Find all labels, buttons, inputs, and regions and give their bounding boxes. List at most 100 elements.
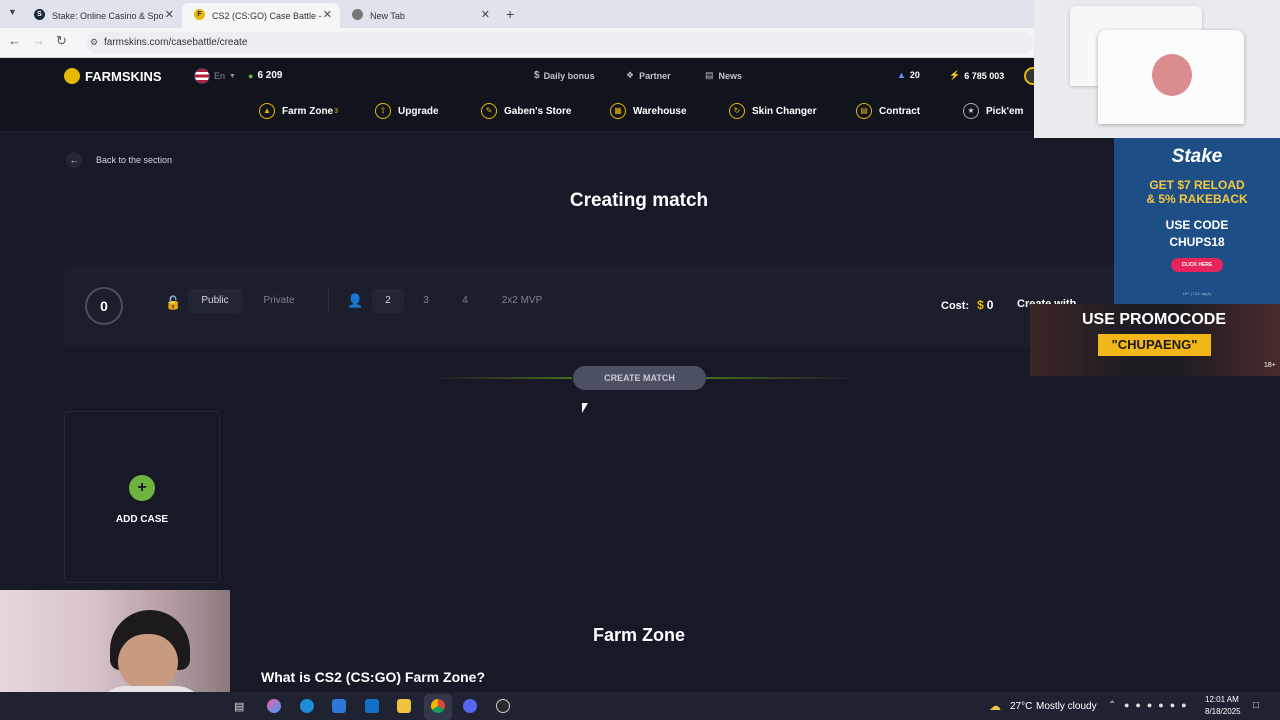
subnav-label: Contract: [879, 105, 921, 117]
promo-age: 18+: [1264, 362, 1276, 369]
dollar-icon: $: [534, 70, 540, 81]
rank-icon: ▲: [897, 70, 906, 80]
partner-link[interactable]: ❖ Partner: [626, 70, 671, 81]
add-plus-icon: +: [129, 475, 155, 501]
close-icon[interactable]: ✕: [481, 8, 490, 21]
tab-new-tab[interactable]: New Tab ✕: [340, 3, 498, 28]
stake-code: CHUPS18: [1169, 235, 1225, 249]
upgrade-icon: ⇧: [375, 103, 391, 119]
close-icon[interactable]: ✕: [323, 8, 332, 21]
subnav-item-contract[interactable]: ▤ Contract: [856, 103, 920, 119]
us-flag-icon: [194, 68, 210, 84]
tab-list-chevron-icon[interactable]: ▼: [8, 7, 17, 17]
chrome-icon[interactable]: [431, 699, 445, 713]
new-tab-plus-icon[interactable]: +: [506, 6, 514, 22]
online-signal-icon: ●: [248, 70, 254, 81]
store-app-icon[interactable]: [332, 699, 346, 713]
subnav-item-gabens-store[interactable]: ✎ Gaben's Store: [481, 103, 571, 119]
outlook-icon[interactable]: [365, 699, 379, 713]
discord-icon[interactable]: [463, 699, 477, 713]
task-view-icon[interactable]: ▤: [234, 700, 244, 713]
players-option-4[interactable]: 4: [449, 289, 481, 313]
close-icon[interactable]: ✕: [165, 8, 174, 21]
subnav-item-farm-zone[interactable]: ▲ Farm Zone 3: [259, 103, 338, 119]
logo-icon: [64, 68, 80, 84]
stake-line3: USE CODE: [1165, 218, 1229, 232]
players-option-2[interactable]: 2: [372, 289, 404, 313]
store-icon: ✎: [481, 103, 497, 119]
player-icon: 👤: [347, 293, 364, 308]
forward-arrow-icon[interactable]: →: [32, 33, 45, 48]
weather-temp[interactable]: 27°C: [1010, 701, 1032, 712]
cost-label: Cost:: [941, 300, 970, 312]
farm-zone-badge: 3: [334, 107, 339, 115]
reload-icon[interactable]: ↻: [56, 33, 67, 49]
public-toggle[interactable]: Public: [188, 289, 242, 313]
subnav-label: Pick'em: [986, 105, 1024, 117]
daily-bonus-link[interactable]: $ Daily bonus: [534, 70, 595, 81]
subnav-label: Warehouse: [633, 105, 687, 117]
clock-time[interactable]: 12:01 AM: [1205, 695, 1239, 704]
page-title: Creating match: [569, 190, 709, 211]
edge-icon[interactable]: [300, 699, 314, 713]
logo[interactable]: FARMSKINS: [64, 68, 162, 84]
tab-label: Stake: Online Casino & Sports: [52, 10, 164, 21]
notification-icon[interactable]: □: [1253, 700, 1259, 711]
copilot-icon[interactable]: [267, 699, 281, 713]
contract-icon: ▤: [856, 103, 872, 119]
stake-ad-overlay: Stake GET $7 RELOAD & 5% RAKEBACK USE CO…: [1114, 138, 1280, 304]
obs-icon[interactable]: [496, 699, 510, 713]
subnav-item-upgrade[interactable]: ⇧ Upgrade: [375, 103, 439, 119]
site-info-icon[interactable]: ⚙: [90, 32, 98, 53]
balance-value: 6 785 003: [964, 70, 1005, 81]
section-subtitle: What is CS2 (CS:GO) Farm Zone?: [261, 669, 486, 685]
subnav-label: Farm Zone: [282, 105, 334, 117]
url-text: farmskins.com/casebattle/create: [104, 37, 248, 48]
subnav-item-pickem[interactable]: ★ Pick'em: [963, 103, 1023, 119]
user-balance[interactable]: ⚡ 6 785 003: [949, 70, 1004, 81]
clock-date[interactable]: 8/18/2025: [1205, 707, 1241, 716]
create-match-button[interactable]: CREATE MATCH: [573, 366, 706, 390]
language-selector[interactable]: En ▼: [194, 68, 236, 84]
subnav-label: Gaben's Store: [504, 105, 572, 117]
language-label: En: [214, 71, 226, 81]
farm-zone-icon: ▲: [259, 103, 275, 119]
partner-label: Partner: [639, 70, 671, 81]
promo-code: "CHUPAENG": [1098, 334, 1211, 356]
add-case-card[interactable]: + ADD CASE: [64, 411, 220, 583]
weather-text[interactable]: Mostly cloudy: [1036, 701, 1097, 712]
tray-chevron-icon[interactable]: ⌃: [1108, 700, 1116, 711]
players-option-2x2-mvp[interactable]: 2x2 MVP: [492, 289, 552, 313]
tab-farmskins[interactable]: F CS2 (CS:GO) Case Battle - incre ✕: [182, 3, 340, 28]
case-count-badge: 0: [85, 287, 123, 325]
subnav-label: Upgrade: [398, 105, 439, 117]
promo-line1: USE PROMOCODE: [1081, 311, 1226, 328]
url-field[interactable]: ⚙ farmskins.com/casebattle/create: [86, 32, 1034, 53]
online-counter: ● 6 209: [248, 70, 282, 81]
add-case-label: ADD CASE: [115, 514, 169, 525]
news-link[interactable]: ▤ News: [705, 70, 742, 81]
file-explorer-icon[interactable]: [397, 699, 411, 713]
tshirt-graphic-image: [1152, 54, 1192, 96]
chevron-down-icon: ▼: [229, 72, 236, 80]
subnav-item-warehouse[interactable]: ▦ Warehouse: [610, 103, 687, 119]
back-to-section-link[interactable]: ← Back to the section: [66, 152, 172, 168]
handshake-icon: ❖: [626, 70, 635, 80]
streamer-face-image: [118, 634, 178, 690]
merch-overlay-image: [1034, 0, 1280, 138]
promo-overlay: USE PROMOCODE "CHUPAENG" 18+: [1030, 304, 1280, 376]
separator: [328, 289, 329, 313]
warehouse-icon: ▦: [610, 103, 626, 119]
back-arrow-icon: ←: [66, 152, 82, 168]
subnav-item-skin-changer[interactable]: ↻ Skin Changer: [729, 103, 816, 119]
back-arrow-icon[interactable]: ←: [8, 33, 21, 48]
user-level[interactable]: ▲ 20: [897, 70, 920, 80]
chrome-favicon-icon: [352, 9, 363, 20]
coin-icon: ⚡: [949, 70, 961, 80]
tray-icons[interactable]: ●●●●●●: [1124, 700, 1193, 710]
logo-text: FARMSKINS: [85, 68, 162, 84]
tab-stake[interactable]: S Stake: Online Casino & Sports ✕: [22, 3, 182, 28]
stake-click-button[interactable]: CLICK HERE: [1171, 258, 1223, 272]
players-option-3[interactable]: 3: [410, 289, 442, 313]
private-toggle[interactable]: Private: [252, 289, 306, 313]
